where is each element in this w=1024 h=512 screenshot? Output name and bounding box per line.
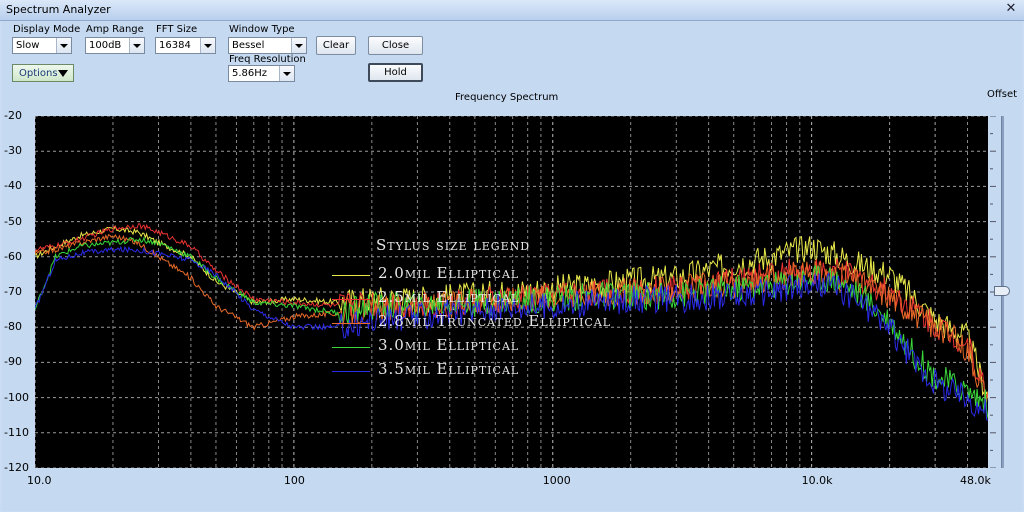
- window-close-icon[interactable]: ✕: [1004, 2, 1018, 16]
- amp-range-label: Amp Range: [86, 24, 144, 35]
- window-title: Spectrum Analyzer: [6, 3, 111, 16]
- y-tick-label: -40: [4, 179, 22, 193]
- legend-label: 3.0mil Elliptical: [378, 336, 520, 354]
- display-mode-label: Display Mode: [13, 24, 81, 35]
- hold-button[interactable]: Hold: [368, 63, 423, 82]
- x-tick-label: 10.0k: [801, 474, 833, 487]
- clear-button[interactable]: Clear: [316, 36, 356, 55]
- spectrum-plot[interactable]: Stylus size legend 2.0mil Elliptical 2.5m…: [35, 116, 988, 468]
- title-bar: Spectrum Analyzer ✕: [0, 0, 1024, 21]
- triangle-down-icon: [58, 70, 68, 77]
- offset-slider-thumb[interactable]: [994, 286, 1010, 296]
- chevron-down-icon[interactable]: [200, 38, 215, 53]
- y-tick-label: -110: [4, 425, 29, 439]
- legend-swatch: [332, 275, 370, 276]
- amp-range-select[interactable]: 100dB: [85, 37, 145, 54]
- fft-size-value: 16384: [159, 40, 191, 51]
- y-tick-label: -30: [4, 144, 22, 158]
- legend-swatch: [332, 347, 370, 348]
- chevron-down-icon[interactable]: [56, 38, 71, 53]
- legend-label: 2.0mil Elliptical: [378, 264, 520, 282]
- window-type-label: Window Type: [229, 24, 295, 35]
- y-tick-label: -90: [4, 355, 22, 369]
- close-button[interactable]: Close: [368, 36, 423, 55]
- offset-slider[interactable]: [994, 116, 1010, 468]
- display-mode-value: Slow: [16, 40, 40, 51]
- freq-resolution-label: Freq Resolution: [229, 54, 306, 65]
- options-label: Options: [19, 68, 58, 79]
- offset-label: Offset: [987, 89, 1018, 100]
- legend-label: 2.5mil Elliptical: [378, 288, 520, 306]
- fft-size-label: FFT Size: [156, 24, 198, 35]
- y-tick-label: -20: [4, 109, 22, 122]
- y-tick-label: -80: [4, 320, 22, 334]
- x-tick-label: 100: [283, 474, 305, 487]
- legend-title: Stylus size legend: [376, 236, 531, 254]
- chevron-down-icon[interactable]: [129, 38, 144, 53]
- x-tick-label: 10.0: [27, 474, 52, 487]
- y-tick-label: -100: [4, 390, 29, 404]
- display-mode-select[interactable]: Slow: [12, 37, 72, 54]
- freq-resolution-select[interactable]: 5.86Hz: [228, 65, 295, 82]
- legend-label: 3.5mil Elliptical: [378, 360, 520, 378]
- legend-swatch: [332, 299, 370, 300]
- y-tick-label: -60: [4, 249, 22, 263]
- chevron-down-icon[interactable]: [291, 38, 306, 53]
- y-tick-label: -70: [4, 285, 22, 298]
- x-tick-label: 48.0k: [960, 474, 991, 487]
- plot-title: Frequency Spectrum: [455, 92, 559, 103]
- window-type-select[interactable]: Bessel: [228, 37, 307, 54]
- window-type-value: Bessel: [232, 40, 265, 51]
- options-button[interactable]: Options: [12, 64, 74, 82]
- x-tick-label: 1000: [542, 474, 571, 487]
- legend-swatch: [332, 371, 370, 372]
- chevron-down-icon[interactable]: [279, 66, 294, 81]
- amp-range-value: 100dB: [89, 40, 122, 51]
- legend-label: 2.8mil Truncated Elliptical: [378, 312, 612, 330]
- fft-size-select[interactable]: 16384: [155, 37, 216, 54]
- y-tick-label: -50: [4, 214, 22, 228]
- freq-resolution-value: 5.86Hz: [232, 68, 268, 79]
- legend-swatch: [332, 323, 370, 324]
- y-tick-label: -120: [4, 461, 29, 474]
